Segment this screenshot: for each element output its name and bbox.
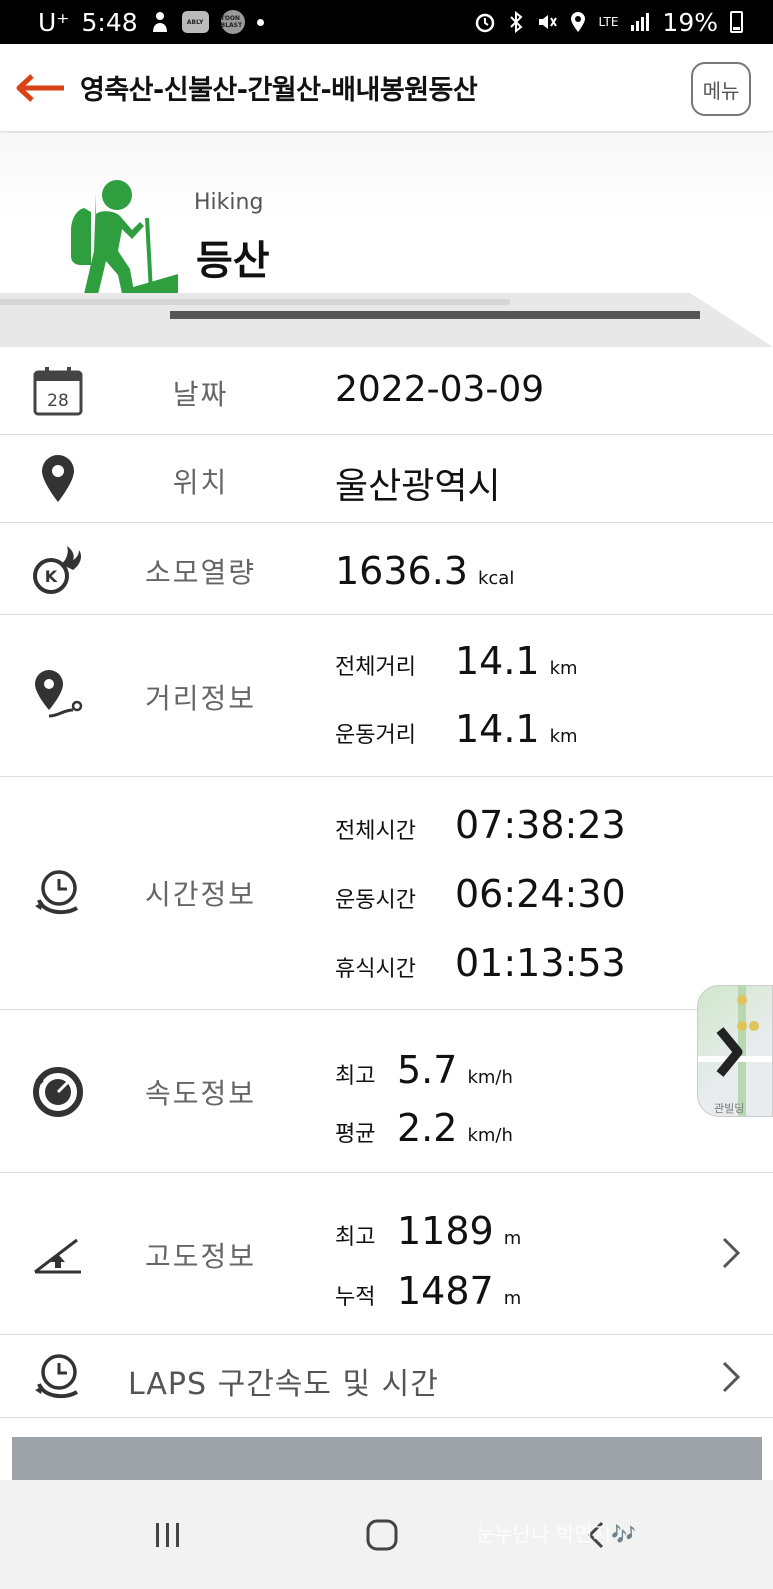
calendar-icon: 28 <box>30 363 86 419</box>
laps-clock-icon <box>30 1349 86 1405</box>
total-distance-key: 전체거리 <box>335 655 416 680</box>
speedometer-icon <box>30 1064 86 1120</box>
activity-title: 등산 <box>196 238 270 284</box>
back-arrow-icon <box>16 73 64 102</box>
home-button[interactable] <box>352 1505 412 1565</box>
activity-subtitle: Hiking <box>194 190 264 215</box>
cumulative-altitude: 누적 1487 m <box>335 1269 521 1313</box>
date-label: 날짜 <box>172 378 229 411</box>
route-pin-icon <box>30 667 86 723</box>
total-time-value: 07:38:23 <box>455 803 626 847</box>
max-speed-unit: km/h <box>467 1067 513 1088</box>
rest-time: 휴식시간 01:13:53 <box>335 941 626 985</box>
total-distance-value: 14.1 <box>455 639 540 683</box>
rest-time-key: 휴식시간 <box>335 957 416 982</box>
mute-icon <box>536 11 558 33</box>
exercise-time: 운동시간 06:24:30 <box>335 872 626 916</box>
alarm-icon <box>474 11 496 33</box>
exercise-distance-key: 운동거리 <box>335 723 416 748</box>
exercise-distance: 운동거리 14.1 km <box>335 707 578 751</box>
svg-text:28: 28 <box>47 391 69 411</box>
map-thumbnail: 관빌딩 <box>698 986 772 1116</box>
avg-speed: 평균 2.2 km/h <box>335 1106 513 1150</box>
toonblast-app-icon: TOON BLAST <box>220 10 245 34</box>
total-distance-unit: km <box>549 658 578 679</box>
max-speed: 최고 5.7 km/h <box>335 1048 513 1092</box>
total-distance: 전체거리 14.1 km <box>335 639 578 683</box>
banner-stripe <box>0 293 773 347</box>
distance-label: 거리정보 <box>144 682 257 715</box>
cumulative-altitude-unit: m <box>503 1288 522 1309</box>
app-header: 영축산-신불산-간월산-배내봉원동산 메뉴 <box>0 44 773 132</box>
back-button[interactable] <box>0 44 80 132</box>
person-icon <box>150 11 170 33</box>
elevation-icon <box>30 1225 86 1281</box>
network-label: LTE <box>598 15 619 29</box>
battery-icon <box>730 11 743 33</box>
time-label: 시간정보 <box>144 878 257 911</box>
max-speed-value: 5.7 <box>397 1048 458 1092</box>
cumulative-altitude-key: 누적 <box>335 1285 376 1310</box>
calories-value: 1636.3 <box>335 549 468 593</box>
recent-apps-button[interactable] <box>138 1505 198 1565</box>
chevron-right-icon[interactable] <box>717 1233 745 1273</box>
notification-dot-icon <box>256 18 264 26</box>
calories-unit: kcal <box>477 568 515 589</box>
chevron-right-icon[interactable] <box>717 1357 745 1397</box>
signal-icon <box>630 12 650 32</box>
menu-button[interactable]: 메뉴 <box>691 62 751 116</box>
max-altitude: 최고 1189 m <box>335 1209 521 1253</box>
page-title: 영축산-신불산-간월산-배내봉원동산 <box>80 75 478 106</box>
date-row: 28 날짜 2022-03-09 <box>0 347 773 435</box>
ably-app-icon: ABLY <box>181 11 209 33</box>
calorie-flame-icon: K <box>30 541 86 597</box>
carrier-label: U⁺ <box>38 7 70 37</box>
location-label: 위치 <box>172 466 229 499</box>
map-pin-icon <box>30 451 86 507</box>
bluetooth-icon <box>508 11 524 33</box>
avg-speed-key: 평균 <box>335 1122 376 1147</box>
total-time: 전체시간 07:38:23 <box>335 803 626 847</box>
calories-value-group: 1636.3 kcal <box>335 549 514 593</box>
map-preview-tab[interactable]: 관빌딩 <box>697 985 773 1117</box>
exercise-distance-value: 14.1 <box>455 707 540 751</box>
exercise-distance-unit: km <box>549 726 578 747</box>
rest-time-value: 01:13:53 <box>455 941 626 985</box>
total-time-key: 전체시간 <box>335 819 416 844</box>
exercise-time-key: 운동시간 <box>335 888 416 913</box>
time-row: 시간정보 전체시간 07:38:23 운동시간 06:24:30 휴식시간 01… <box>0 777 773 1010</box>
svg-text:K: K <box>45 567 58 586</box>
laps-label: LAPS 구간속도 및 시간 <box>128 1367 439 1402</box>
altitude-label: 고도정보 <box>144 1240 257 1273</box>
recent-apps-icon <box>156 1523 179 1547</box>
battery-percent: 19% <box>662 7 718 37</box>
distance-row: 거리정보 전체거리 14.1 km 운동거리 14.1 km <box>0 615 773 777</box>
max-altitude-unit: m <box>503 1228 522 1249</box>
watermark: 눈누난나 박연지🎶 <box>476 1522 637 1546</box>
clock: 5:48 <box>81 7 138 37</box>
location-icon <box>570 11 586 33</box>
avg-speed-value: 2.2 <box>397 1106 458 1150</box>
location-row: 위치 울산광역시 <box>0 435 773 523</box>
calories-label: 소모열량 <box>144 556 257 589</box>
max-altitude-key: 최고 <box>335 1225 376 1250</box>
speed-label: 속도정보 <box>144 1077 257 1110</box>
altitude-row[interactable]: 고도정보 최고 1189 m 누적 1487 m <box>0 1173 773 1335</box>
calories-row: K 소모열량 1636.3 kcal <box>0 523 773 615</box>
max-speed-key: 최고 <box>335 1064 376 1089</box>
date-value: 2022-03-09 <box>335 369 545 410</box>
home-icon <box>366 1519 398 1551</box>
avg-speed-unit: km/h <box>467 1125 513 1146</box>
status-bar: U⁺ 5:48 ABLY TOON BLAST LTE 19% <box>0 0 773 44</box>
activity-banner: Hiking 등산 <box>0 133 773 347</box>
svg-text:관빌딩: 관빌딩 <box>714 1102 744 1115</box>
location-value: 울산광역시 <box>335 466 501 507</box>
exercise-time-value: 06:24:30 <box>455 872 626 916</box>
max-altitude-value: 1189 <box>397 1209 494 1253</box>
speed-row: 속도정보 최고 5.7 km/h 평균 2.2 km/h <box>0 1010 773 1173</box>
system-navigation-bar <box>0 1480 773 1589</box>
clock-cycle-icon <box>30 865 86 921</box>
cumulative-altitude-value: 1487 <box>397 1269 494 1313</box>
laps-row[interactable]: LAPS 구간속도 및 시간 <box>0 1335 773 1418</box>
